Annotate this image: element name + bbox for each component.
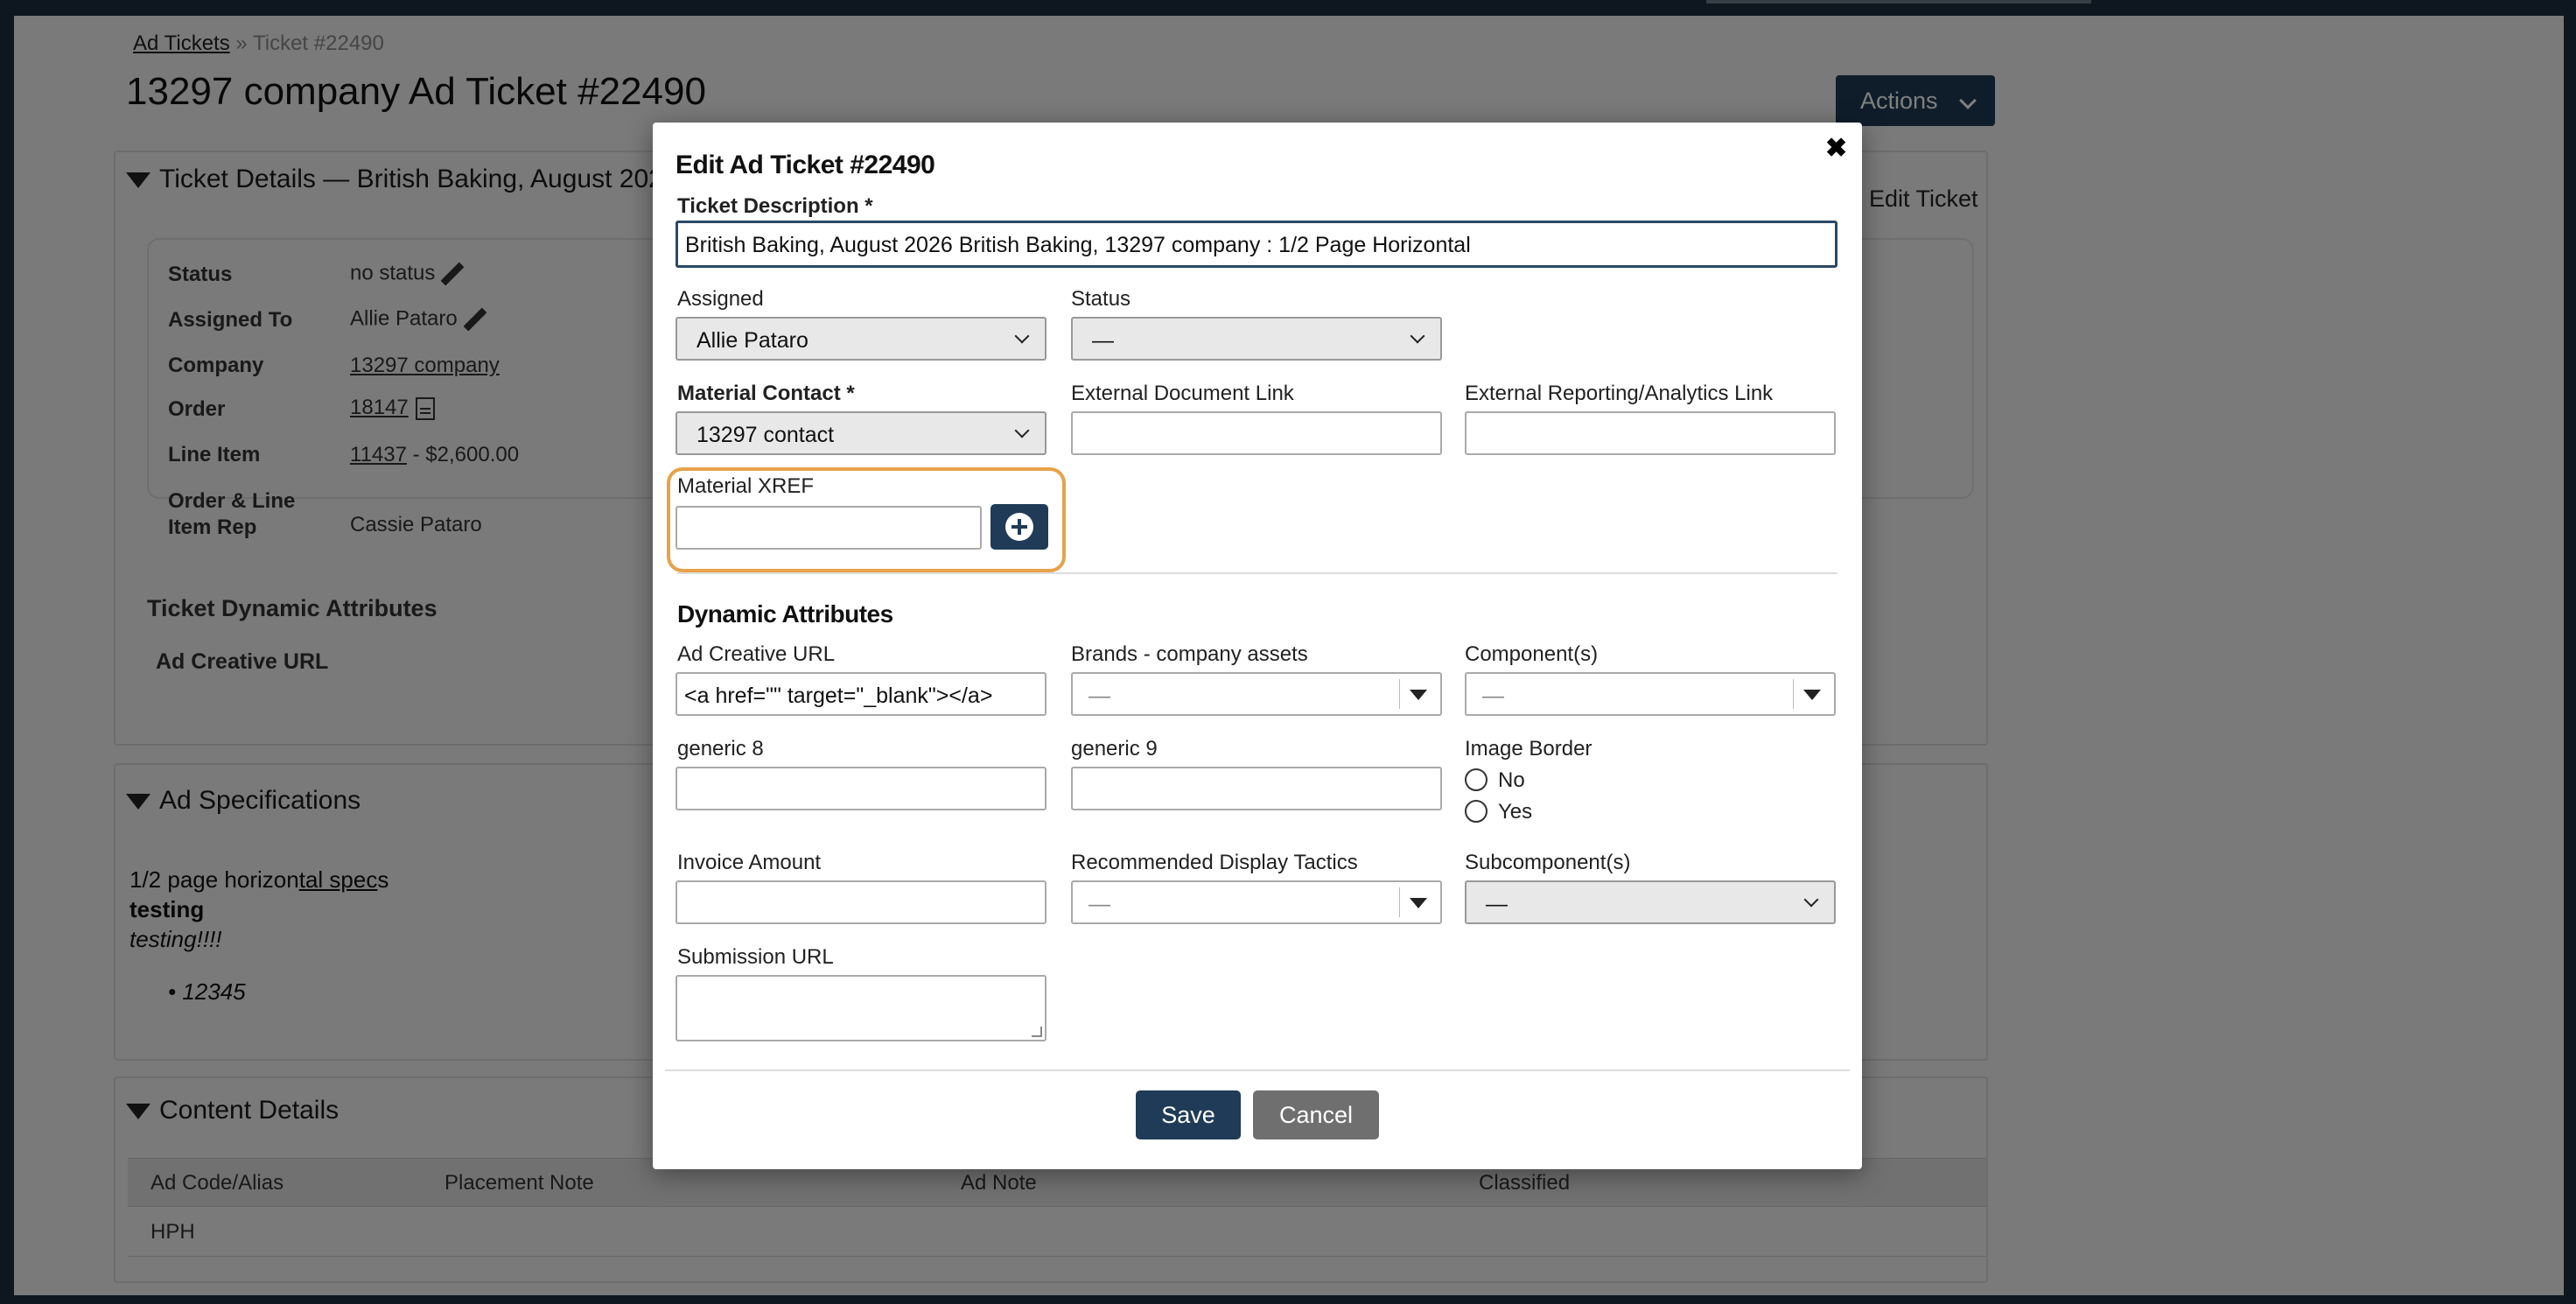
ad-creative-url-label: Ad Creative URL [677,642,836,666]
recommended-display-tactics-label: Recommended Display Tactics [1071,851,1358,874]
generic-9-label: generic 9 [1071,737,1158,761]
submission-url-label: Submission URL [677,945,834,969]
chevron-down-icon [1803,892,1819,908]
generic-9-input[interactable] [1071,767,1442,810]
image-border-yes-radio[interactable] [1465,800,1488,823]
select-divider [1399,887,1400,917]
caret-down-icon [1410,690,1427,700]
caret-down-icon [1410,898,1427,908]
ticket-description-input[interactable]: British Baking, August 2026 British Baki… [676,221,1838,268]
modal-title: Edit Ad Ticket #22490 [676,151,935,179]
chevron-down-icon [1014,328,1030,344]
generic-8-label: generic 8 [677,737,764,761]
select-divider [1399,679,1400,709]
image-border-label: Image Border [1465,737,1592,761]
brands-select[interactable]: — [1071,672,1442,716]
material-contact-label: Material Contact * [677,382,855,405]
image-border-no-radio[interactable] [1465,768,1488,791]
close-icon[interactable]: ✖ [1825,131,1847,166]
external-document-link-input[interactable] [1071,411,1442,455]
caret-down-icon [1803,690,1821,700]
image-border-yes-label: Yes [1498,800,1533,824]
subcomponents-select[interactable]: — [1465,880,1836,924]
assigned-label: Assigned [677,287,764,311]
material-xref-label: Material XREF [677,474,815,498]
divider [677,572,1838,574]
assigned-select[interactable]: Allie Pataro [676,317,1046,361]
plus-circle-icon [1005,513,1033,541]
recommended-display-tactics-select[interactable]: — [1071,880,1442,924]
image-border-no-label: No [1498,768,1525,792]
submission-url-textarea[interactable] [676,975,1046,1041]
chevron-down-icon [1014,423,1030,438]
chevron-down-icon [1410,328,1425,344]
components-label: Component(s) [1465,642,1599,666]
material-contact-select[interactable]: 13297 contact [676,411,1046,455]
divider [665,1069,1850,1071]
status-select[interactable]: — [1071,317,1442,361]
status-label: Status [1071,287,1131,311]
invoice-amount-label: Invoice Amount [677,851,822,874]
select-divider [1793,679,1794,709]
edit-ad-ticket-modal: Edit Ad Ticket #22490 ✖ Ticket Descripti… [653,123,1862,1169]
ad-creative-url-input[interactable]: <a href="" target="_blank"></a> [676,672,1046,716]
generic-8-input[interactable] [676,767,1046,810]
save-button[interactable]: Save [1136,1090,1241,1139]
ticket-description-label: Ticket Description * [677,194,873,218]
subcomponents-label: Subcomponent(s) [1465,851,1631,874]
invoice-amount-input[interactable] [676,880,1046,924]
brands-label: Brands - company assets [1071,642,1308,666]
cancel-button[interactable]: Cancel [1253,1090,1379,1139]
material-xref-input[interactable] [676,506,982,550]
components-select[interactable]: — [1465,672,1836,716]
external-reporting-link-input[interactable] [1465,411,1836,455]
dynamic-attributes-title: Dynamic Attributes [677,600,893,627]
external-reporting-link-label: External Reporting/Analytics Link [1465,382,1774,405]
external-document-link-label: External Document Link [1071,382,1294,405]
add-xref-button[interactable] [990,504,1048,550]
